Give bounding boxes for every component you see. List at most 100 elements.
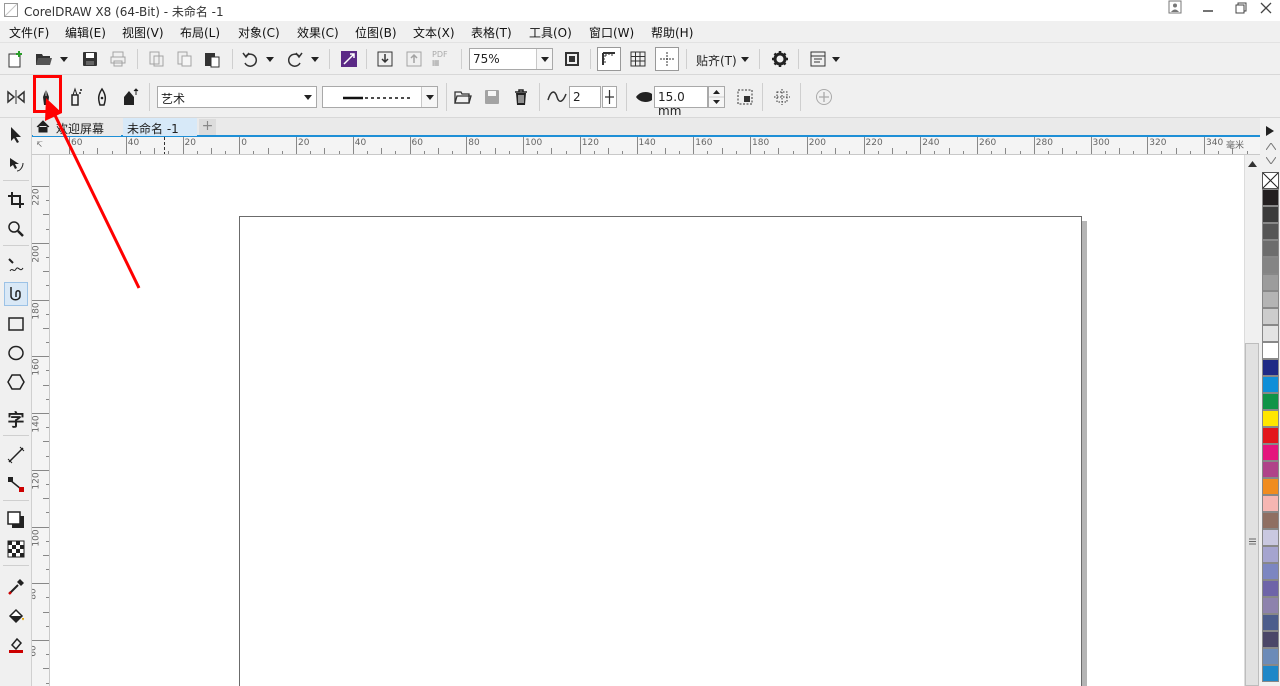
import-icon[interactable] — [373, 47, 397, 71]
launcher-dropdown-icon[interactable] — [832, 57, 840, 63]
stroke-preview-combo[interactable] — [322, 86, 438, 108]
print-icon[interactable] — [106, 47, 130, 71]
color-swatch[interactable] — [1262, 563, 1279, 580]
pick-tool-icon[interactable] — [4, 123, 28, 147]
menu-object[interactable]: 对象(C) — [238, 24, 280, 41]
chevron-down-icon[interactable] — [536, 49, 552, 69]
color-swatch[interactable] — [1262, 342, 1279, 359]
full-screen-icon[interactable] — [560, 47, 584, 71]
show-rulers-icon[interactable] — [597, 47, 621, 71]
menu-help[interactable]: 帮助(H) — [651, 24, 693, 41]
color-swatch[interactable] — [1262, 359, 1279, 376]
expression-mode-icon[interactable] — [118, 85, 142, 109]
show-grid-icon[interactable] — [626, 47, 650, 71]
redo-icon[interactable] — [283, 47, 307, 71]
ellipse-tool-icon[interactable] — [4, 341, 28, 365]
sprayer-icon[interactable] — [770, 85, 794, 109]
freehand-tool-icon[interactable] — [4, 254, 28, 278]
redo-dropdown-icon[interactable] — [311, 57, 319, 63]
color-swatch[interactable] — [1262, 631, 1279, 648]
menu-table[interactable]: 表格(T) — [471, 24, 512, 41]
scale-with-object-icon[interactable] — [733, 85, 757, 109]
color-swatch[interactable] — [1262, 648, 1279, 665]
document-page[interactable] — [239, 216, 1082, 686]
zoom-tool-icon[interactable] — [4, 217, 28, 241]
menu-text[interactable]: 文本(X) — [413, 24, 455, 41]
drop-shadow-tool-icon[interactable] — [4, 508, 28, 532]
transparency-tool-icon[interactable] — [4, 537, 28, 561]
vertical-scrollbar-thumb[interactable] — [1245, 343, 1259, 686]
menu-layout[interactable]: 布局(L) — [180, 24, 220, 41]
shape-tool-icon[interactable] — [4, 152, 28, 176]
paste-icon[interactable] — [200, 47, 224, 71]
smart-fill-tool-icon[interactable] — [4, 633, 28, 657]
stroke-width-icon[interactable] — [632, 85, 656, 109]
palette-up-icon[interactable] — [1266, 143, 1276, 150]
open-icon[interactable] — [32, 47, 56, 71]
palette-down-icon[interactable] — [1266, 157, 1276, 164]
color-swatch[interactable] — [1262, 495, 1279, 512]
browse-folder-icon[interactable] — [451, 85, 475, 109]
smoothing-slider-button[interactable] — [602, 86, 617, 108]
menu-view[interactable]: 视图(V) — [122, 24, 164, 41]
drawing-canvas[interactable] — [50, 155, 1244, 686]
menu-effects[interactable]: 效果(C) — [297, 24, 339, 41]
add-icon[interactable] — [812, 85, 836, 109]
text-tool-icon[interactable]: 字 — [4, 406, 28, 431]
color-swatch[interactable] — [1262, 257, 1279, 274]
artistic-media-tool-icon[interactable] — [4, 282, 28, 306]
scroll-up-icon[interactable] — [1248, 161, 1257, 167]
no-color-swatch[interactable] — [1262, 172, 1279, 189]
save-icon[interactable] — [78, 47, 102, 71]
dimension-tool-icon[interactable] — [4, 443, 28, 467]
ruler-origin-icon[interactable]: ↸ — [36, 140, 43, 149]
export-icon[interactable] — [402, 47, 426, 71]
color-swatch[interactable] — [1262, 223, 1279, 240]
horizontal-ruler[interactable]: ↸ 60 40 20 0 20 40 60 80 100 120 140 160 180 200 220 24… — [32, 137, 1260, 155]
eyedropper-tool-icon[interactable] — [4, 575, 28, 599]
menu-file[interactable]: 文件(F) — [9, 24, 49, 41]
close-button[interactable] — [1251, 0, 1280, 21]
chevron-down-icon[interactable] — [421, 87, 437, 107]
menu-edit[interactable]: 编辑(E) — [65, 24, 106, 41]
chevron-down-icon[interactable] — [300, 87, 316, 107]
color-swatch[interactable] — [1262, 376, 1279, 393]
show-guidelines-icon[interactable] — [655, 47, 679, 71]
rectangle-tool-icon[interactable] — [4, 312, 28, 336]
vertical-ruler[interactable]: 220 200 180 160 140 120 100 80 60 — [32, 155, 50, 686]
calligraphic-mode-icon[interactable] — [90, 85, 114, 109]
color-swatch[interactable] — [1262, 665, 1279, 682]
application-launcher-icon[interactable] — [806, 47, 830, 71]
color-swatch[interactable] — [1262, 478, 1279, 495]
color-swatch[interactable] — [1262, 274, 1279, 291]
account-icon[interactable] — [1160, 0, 1190, 21]
color-swatch[interactable] — [1262, 512, 1279, 529]
connector-tool-icon[interactable] — [4, 472, 28, 496]
color-swatch[interactable] — [1262, 580, 1279, 597]
copy-icon[interactable] — [172, 47, 196, 71]
color-swatch[interactable] — [1262, 614, 1279, 631]
open-dropdown-icon[interactable] — [60, 57, 68, 63]
color-swatch[interactable] — [1262, 206, 1279, 223]
color-swatch[interactable] — [1262, 444, 1279, 461]
search-content-icon[interactable] — [337, 47, 361, 71]
undo-icon[interactable] — [238, 47, 262, 71]
menu-window[interactable]: 窗口(W) — [589, 24, 634, 41]
color-swatch[interactable] — [1262, 240, 1279, 257]
polygon-tool-icon[interactable] — [4, 370, 28, 394]
color-swatch[interactable] — [1262, 597, 1279, 614]
cut-icon[interactable] — [144, 47, 168, 71]
zoom-level-combo[interactable]: 75% — [469, 48, 553, 70]
undo-dropdown-icon[interactable] — [266, 57, 274, 63]
crop-tool-icon[interactable] — [4, 188, 28, 212]
color-swatch[interactable] — [1262, 410, 1279, 427]
mirror-horizontal-icon[interactable] — [4, 85, 28, 109]
color-swatch[interactable] — [1262, 427, 1279, 444]
color-swatch[interactable] — [1262, 393, 1279, 410]
freehand-smoothing-icon[interactable] — [545, 85, 569, 109]
interactive-fill-tool-icon[interactable] — [4, 604, 28, 628]
tab-document[interactable]: 未命名 -1 — [123, 118, 197, 136]
minimize-button[interactable] — [1193, 0, 1223, 21]
tab-welcome-screen[interactable]: 欢迎屏幕 — [33, 118, 121, 136]
stroke-width-input[interactable]: 15.0 mm — [654, 86, 708, 118]
